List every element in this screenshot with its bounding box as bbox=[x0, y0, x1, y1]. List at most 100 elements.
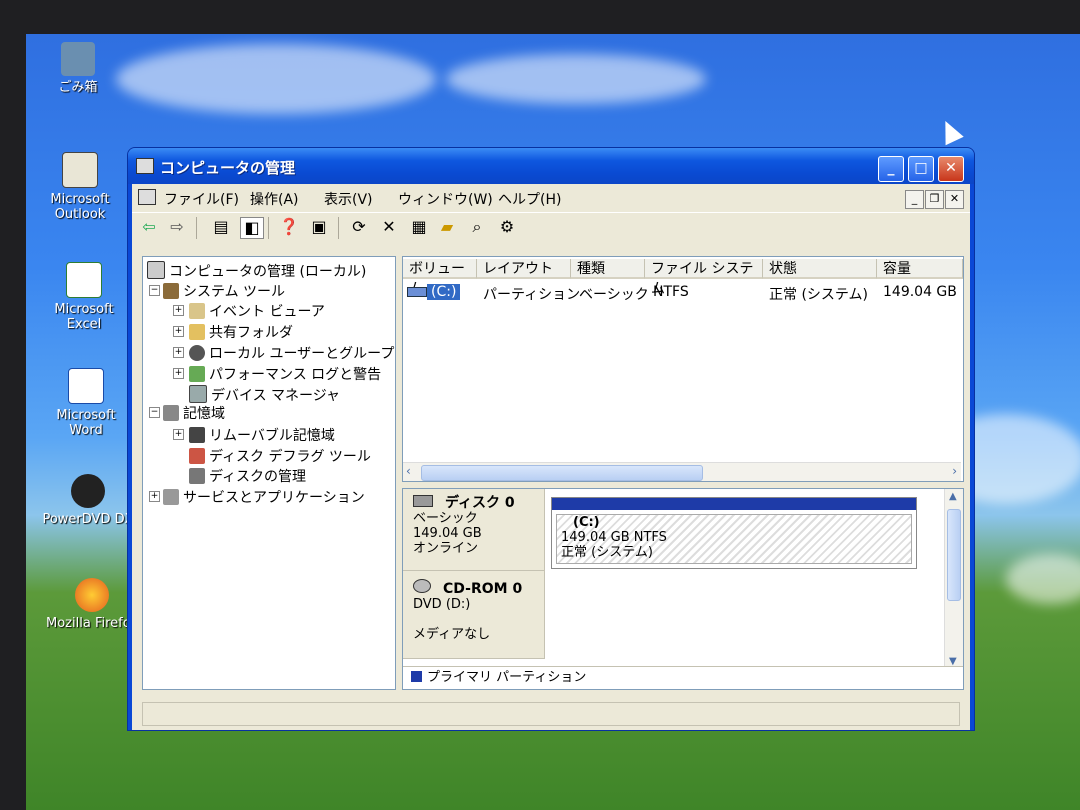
tree-node-services[interactable]: サービスとアプリケーション bbox=[163, 487, 365, 507]
services-icon bbox=[163, 489, 179, 505]
outlook-icon bbox=[62, 152, 98, 188]
tree-node-performance[interactable]: パフォーマンス ログと警告 bbox=[189, 364, 381, 384]
show-hide-tree-icon[interactable]: ◧ bbox=[240, 217, 264, 239]
disk-0-label[interactable]: ディスク 0 ベーシック 149.04 GB オンライン bbox=[403, 489, 545, 571]
vertical-scrollbar[interactable]: ▲ ▼ bbox=[944, 489, 963, 669]
delete-icon[interactable]: ✕ bbox=[378, 217, 400, 237]
cell-type: ベーシック bbox=[579, 287, 649, 303]
menu-window[interactable]: ウィンドウ(W) bbox=[398, 189, 493, 209]
desktop-icon-recycle-bin[interactable]: ごみ箱 bbox=[32, 42, 124, 95]
status-bar bbox=[142, 702, 960, 726]
column-header-volume[interactable]: ボリューム bbox=[403, 259, 477, 297]
tree-node-removable-storage[interactable]: リムーバブル記憶域 bbox=[189, 425, 335, 445]
tree-node-shared-folders[interactable]: 共有フォルダ bbox=[189, 322, 293, 342]
storage-icon bbox=[163, 405, 179, 421]
tree-node-device-manager[interactable]: デバイス マネージャ bbox=[189, 385, 340, 405]
mmc-icon bbox=[138, 189, 156, 205]
console-tree: コンピュータの管理 (ローカル) − システム ツール + イベント ビューア … bbox=[142, 256, 396, 690]
hard-disk-icon bbox=[413, 495, 433, 507]
mdi-controls: _ ❐ ✕ bbox=[904, 190, 964, 209]
column-header-capacity[interactable]: 容量 bbox=[877, 259, 963, 279]
tree-node-local-users[interactable]: ローカル ユーザーとグループ bbox=[189, 343, 394, 363]
expander-plus-icon[interactable]: + bbox=[173, 368, 184, 379]
properties-help-icon[interactable]: ❓ bbox=[278, 217, 300, 237]
mdi-minimize-button[interactable]: _ bbox=[905, 190, 924, 209]
desktop-icon-outlook[interactable]: Microsoft Outlook bbox=[34, 152, 126, 222]
shared-folder-icon bbox=[189, 324, 205, 340]
window-title: コンピュータの管理 bbox=[160, 159, 296, 177]
cell-capacity: 149.04 GB bbox=[883, 284, 957, 300]
scroll-left-icon[interactable]: ‹ bbox=[406, 464, 411, 478]
cdrom-0-label[interactable]: CD-ROM 0 DVD (D:) メディアなし bbox=[403, 571, 545, 659]
menu-file[interactable]: ファイル(F) bbox=[164, 189, 239, 209]
refresh-icon[interactable]: ⟳ bbox=[348, 217, 370, 237]
settings-icon[interactable]: ⚙ bbox=[496, 217, 518, 237]
desktop-icon-powerdvd[interactable]: PowerDVD DX bbox=[42, 474, 134, 527]
horizontal-scrollbar[interactable]: ‹ › bbox=[403, 462, 961, 481]
minimize-button[interactable]: _ bbox=[878, 156, 904, 182]
disk-graphical-view: ディスク 0 ベーシック 149.04 GB オンライン (C:) 149.04… bbox=[402, 488, 964, 690]
legend: プライマリ パーティション bbox=[403, 666, 963, 689]
tree-node-root[interactable]: コンピュータの管理 (ローカル) bbox=[147, 261, 366, 281]
event-viewer-icon bbox=[189, 303, 205, 319]
toolbox-icon bbox=[163, 283, 179, 299]
tree-node-defrag[interactable]: ディスク デフラグ ツール bbox=[189, 446, 371, 466]
computer-management-window: コンピュータの管理 _ □ ✕ ファイル(F) 操作(A) 表示(V) ウィンド… bbox=[128, 148, 974, 730]
close-button[interactable]: ✕ bbox=[938, 156, 964, 182]
title-bar[interactable]: コンピュータの管理 _ □ ✕ bbox=[128, 148, 974, 184]
forward-arrow-icon[interactable]: ⇨ bbox=[166, 217, 188, 237]
firefox-icon bbox=[75, 578, 109, 612]
cell-volume: (C:) bbox=[427, 284, 461, 300]
expander-plus-icon[interactable]: + bbox=[173, 326, 184, 337]
mdi-restore-button[interactable]: ❐ bbox=[925, 190, 944, 209]
cell-layout: パーティション bbox=[483, 287, 581, 303]
back-arrow-icon[interactable]: ⇦ bbox=[138, 217, 160, 237]
scroll-thumb[interactable] bbox=[421, 465, 703, 481]
expander-minus-icon[interactable]: − bbox=[149, 407, 160, 418]
menu-action[interactable]: 操作(A) bbox=[250, 189, 299, 209]
column-header-layout[interactable]: レイアウト bbox=[477, 259, 571, 279]
performance-icon bbox=[189, 366, 205, 382]
properties-icon[interactable]: ▦ bbox=[408, 217, 430, 237]
word-icon bbox=[68, 368, 104, 404]
computer-icon bbox=[147, 261, 165, 279]
expander-minus-icon[interactable]: − bbox=[149, 285, 160, 296]
device-manager-icon bbox=[189, 385, 207, 403]
expander-plus-icon[interactable]: + bbox=[173, 305, 184, 316]
menu-help[interactable]: ヘルプ(H) bbox=[498, 189, 561, 209]
desktop-icon-word[interactable]: Microsoft Word bbox=[40, 368, 132, 438]
tree-node-storage[interactable]: 記憶域 bbox=[163, 403, 225, 423]
partition-c[interactable]: (C:) 149.04 GB NTFS 正常 (システム) bbox=[551, 497, 917, 569]
scroll-right-icon[interactable]: › bbox=[952, 464, 957, 478]
mdi-close-button[interactable]: ✕ bbox=[945, 190, 964, 209]
client-area: ファイル(F) 操作(A) 表示(V) ウィンドウ(W) ヘルプ(H) _ ❐ ✕ … bbox=[132, 184, 970, 730]
tree-node-system-tools[interactable]: システム ツール bbox=[163, 281, 285, 301]
column-header-filesystem[interactable]: ファイル システム bbox=[645, 259, 763, 297]
toolbar: ⇦ ⇨ ▤ ◧ ❓ ▣ ⟳ ✕ ▦ ▰ ⌕ ⚙ bbox=[132, 212, 970, 243]
powerdvd-icon bbox=[71, 474, 105, 508]
desktop-icon-excel[interactable]: Microsoft Excel bbox=[38, 262, 130, 332]
drive-icon bbox=[407, 287, 427, 297]
up-folder-icon[interactable]: ▤ bbox=[210, 217, 232, 237]
export-list-icon[interactable]: ▣ bbox=[308, 217, 330, 237]
cell-filesystem: NTFS bbox=[653, 284, 689, 300]
column-header-type[interactable]: 種類 bbox=[571, 259, 645, 279]
volume-list: ボリューム レイアウト 種類 ファイル システム 状態 容量 (C:) パーティ… bbox=[402, 256, 964, 482]
scroll-thumb[interactable] bbox=[947, 509, 961, 601]
expander-plus-icon[interactable]: + bbox=[173, 429, 184, 440]
maximize-button[interactable]: □ bbox=[908, 156, 934, 182]
menu-view[interactable]: 表示(V) bbox=[324, 189, 373, 209]
legend-swatch-primary bbox=[411, 671, 422, 682]
column-header-status[interactable]: 状態 bbox=[763, 259, 877, 279]
excel-icon bbox=[66, 262, 102, 298]
search-icon[interactable]: ⌕ bbox=[466, 217, 488, 237]
expander-plus-icon[interactable]: + bbox=[173, 347, 184, 358]
scroll-up-icon[interactable]: ▲ bbox=[949, 491, 957, 502]
tree-node-event-viewer[interactable]: イベント ビューア bbox=[189, 301, 325, 321]
open-icon[interactable]: ▰ bbox=[436, 217, 458, 237]
desktop-icon-firefox[interactable]: Mozilla Firefox bbox=[46, 578, 138, 631]
defrag-icon bbox=[189, 448, 205, 464]
expander-plus-icon[interactable]: + bbox=[149, 491, 160, 502]
tree-node-disk-management[interactable]: ディスクの管理 bbox=[189, 466, 306, 486]
mouse-cursor-icon bbox=[936, 116, 964, 146]
